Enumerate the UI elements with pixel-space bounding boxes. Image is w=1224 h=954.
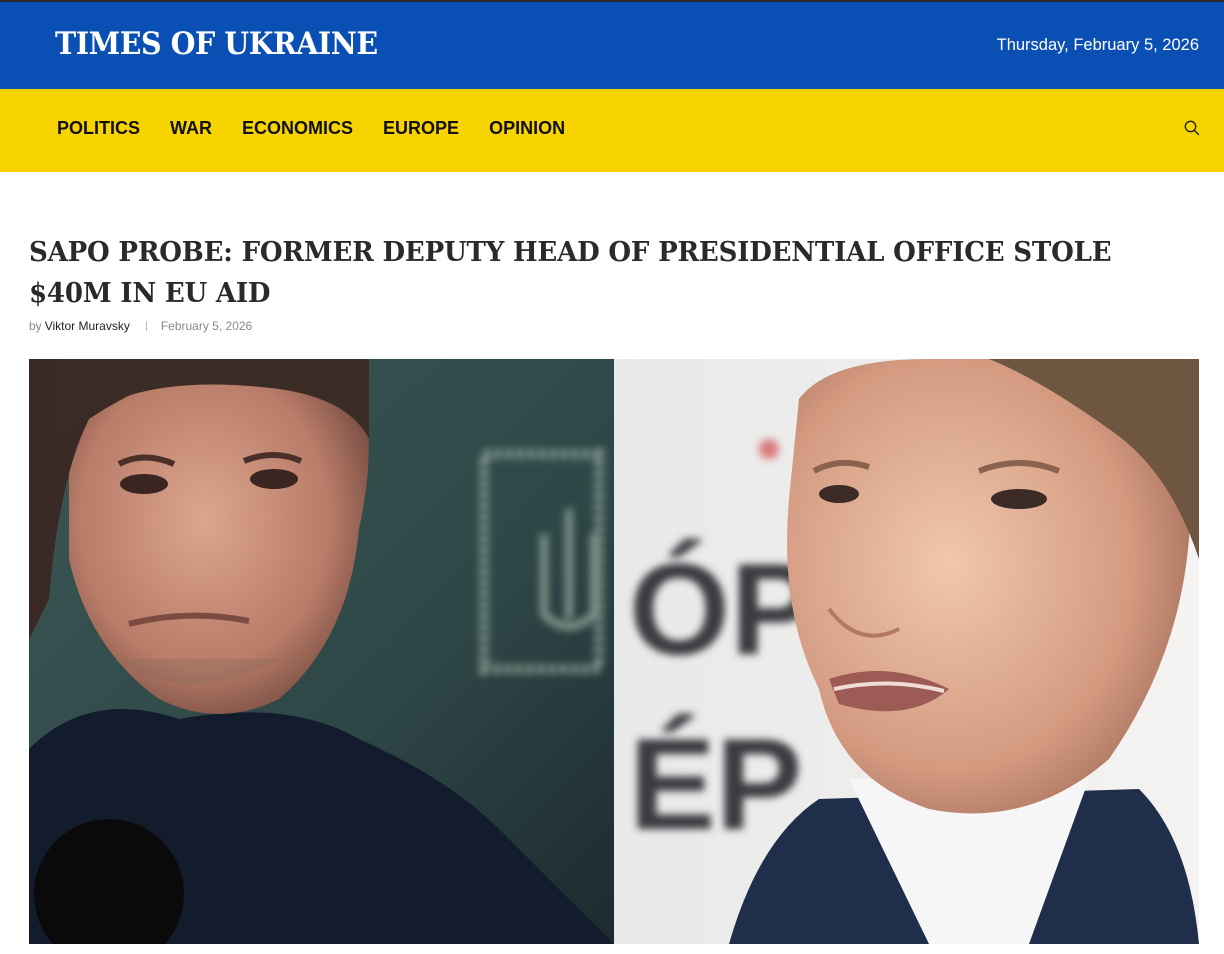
article-date: February 5, 2026 bbox=[160, 319, 253, 333]
article-title: SAPO PROBE: FORMER DEPUTY HEAD OF PRESID… bbox=[29, 237, 1112, 309]
article-hero-image: ÓPA ÉP bbox=[29, 359, 1199, 944]
meta-divider bbox=[145, 321, 147, 331]
nav-item-war[interactable]: WAR bbox=[170, 118, 212, 139]
site-logo[interactable]: TIMES OF UKRAINE bbox=[55, 26, 378, 62]
nav-menu: POLITICS WAR ECONOMICS EUROPE OPINION bbox=[57, 118, 595, 139]
main-nav: POLITICS WAR ECONOMICS EUROPE OPINION bbox=[0, 89, 1224, 172]
svg-text:ÉP: ÉP bbox=[629, 711, 802, 857]
nav-item-politics[interactable]: POLITICS bbox=[57, 118, 140, 139]
nav-item-economics[interactable]: ECONOMICS bbox=[242, 118, 353, 139]
article-meta: by Viktor Muravsky February 5, 2026 bbox=[29, 319, 252, 333]
nav-item-opinion[interactable]: OPINION bbox=[489, 118, 565, 139]
site-header: TIMES OF UKRAINE Thursday, February 5, 2… bbox=[0, 0, 1224, 89]
search-icon[interactable] bbox=[1182, 118, 1202, 138]
nav-item-europe[interactable]: EUROPE bbox=[383, 118, 459, 139]
byline-prefix: by bbox=[29, 319, 42, 333]
header-date: Thursday, February 5, 2026 bbox=[996, 36, 1199, 54]
author-link[interactable]: Viktor Muravsky bbox=[45, 319, 130, 333]
